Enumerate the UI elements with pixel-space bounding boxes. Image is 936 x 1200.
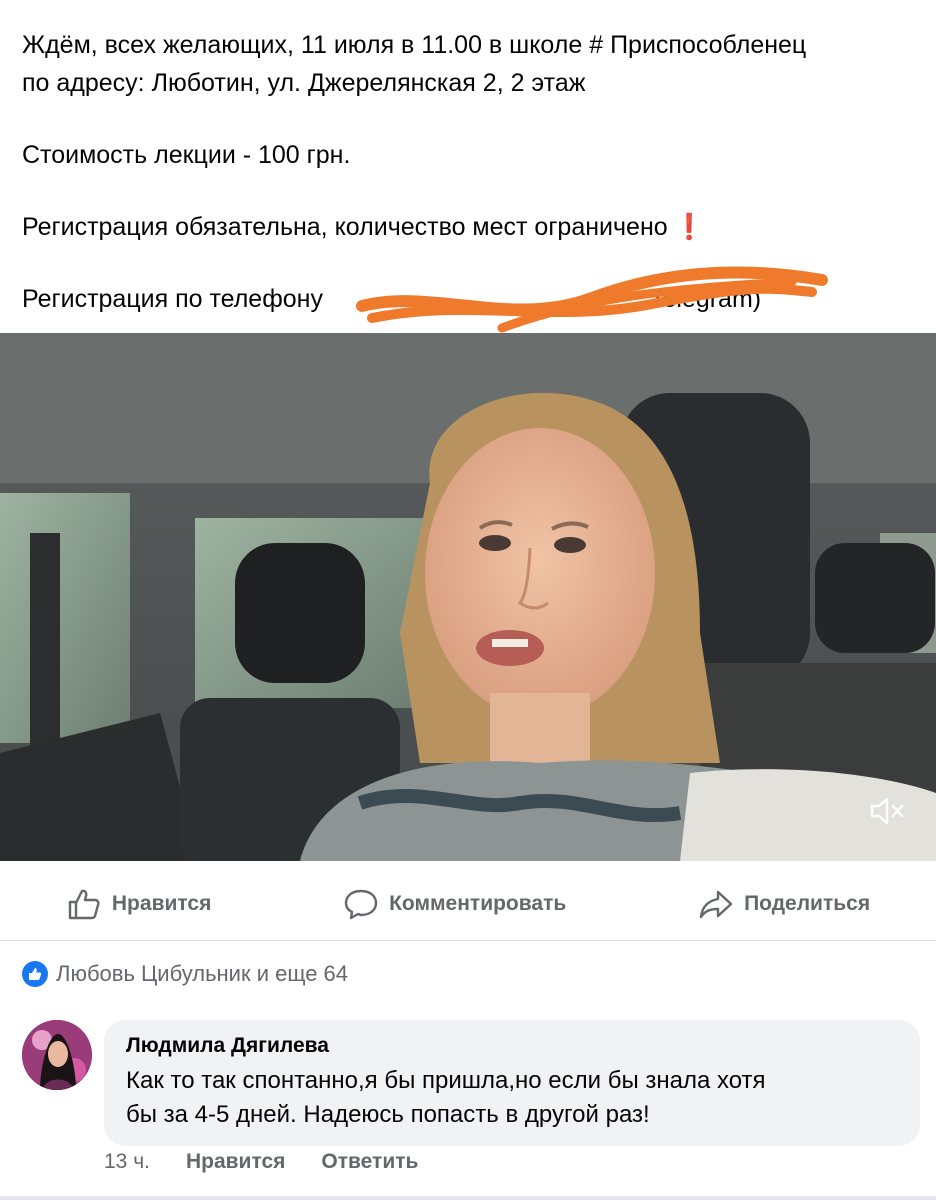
comment-like-button[interactable]: Нравится bbox=[186, 1150, 285, 1174]
phone-prefix: Регистрация по телефону bbox=[22, 285, 323, 313]
like-badge-icon bbox=[22, 961, 48, 987]
comment-text-line: Как то так спонтанно,я бы пришла,но если… bbox=[126, 1067, 766, 1094]
reactions-text: Любовь Цибульник и еще 64 bbox=[56, 961, 349, 986]
share-arrow-icon bbox=[699, 890, 733, 919]
post-line-phone: Регистрация по телефону Telegram) bbox=[22, 266, 828, 333]
avatar[interactable] bbox=[22, 1020, 92, 1090]
post-line-address: по адресу: Люботин, ул. Джерелянская 2, … bbox=[22, 69, 586, 97]
post-line-registration: Регистрация обязательна, количество мест… bbox=[22, 213, 668, 241]
thumbs-up-icon bbox=[68, 889, 100, 920]
redaction-scribble bbox=[356, 266, 828, 333]
reactions-summary[interactable]: Любовь Цибульник и еще 64 bbox=[22, 961, 348, 987]
speaker-muted-icon[interactable] bbox=[866, 791, 906, 831]
speech-bubble-icon bbox=[344, 889, 378, 920]
post-actions-bar: Нравится Комментировать Поделиться bbox=[0, 872, 936, 936]
comment-text-line: бы за 4-5 дней. Надеюсь попасть в другой… bbox=[126, 1101, 650, 1128]
like-button[interactable]: Нравится bbox=[66, 886, 211, 922]
actions-divider bbox=[0, 940, 936, 941]
comment-meta: 13 ч. Нравится Ответить bbox=[104, 1150, 418, 1174]
comment-time[interactable]: 13 ч. bbox=[104, 1150, 150, 1174]
comment-reply-button[interactable]: Ответить bbox=[321, 1150, 418, 1174]
comment-button[interactable]: Комментировать bbox=[343, 886, 566, 922]
comment-bubble: Людмила Дягилева Как то так спонтанно,я … bbox=[104, 1020, 920, 1146]
video-frame bbox=[0, 333, 936, 861]
exclamation-icon: ❗ bbox=[673, 213, 705, 241]
like-button-label: Нравится bbox=[111, 892, 212, 915]
bottom-divider bbox=[0, 1196, 936, 1200]
comment-button-label: Комментировать bbox=[389, 892, 567, 915]
video-player[interactable] bbox=[0, 333, 936, 861]
post-line-invitation: Ждём, всех желающих, 11 июля в 11.00 в ш… bbox=[22, 31, 807, 59]
post-text: Ждём, всех желающих, 11 июля в 11.00 в ш… bbox=[22, 26, 922, 333]
comment-text: Как то так спонтанно,я бы пришла,но если… bbox=[126, 1064, 898, 1132]
comment-author[interactable]: Людмила Дягилева bbox=[126, 1034, 898, 1058]
share-button-label: Поделиться bbox=[744, 892, 871, 915]
share-button[interactable]: Поделиться bbox=[698, 886, 870, 922]
post-line-price: Стоимость лекции - 100 грн. bbox=[22, 141, 351, 169]
